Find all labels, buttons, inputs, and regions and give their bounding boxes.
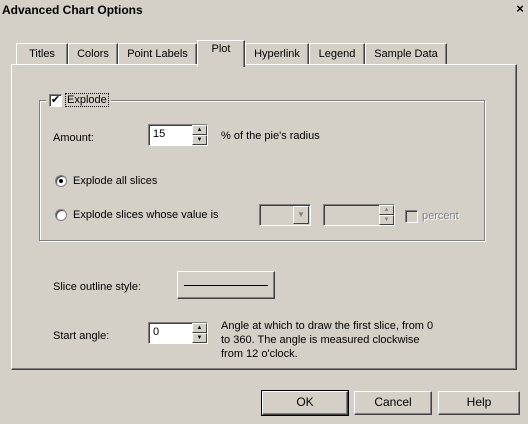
start-angle-help-3: from 12 o'clock. <box>221 348 298 360</box>
amount-value: 15 <box>153 128 166 140</box>
line-style-swatch <box>184 285 268 286</box>
down-arrow-icon[interactable]: ▼ <box>192 135 207 145</box>
tab-label: Colors <box>77 48 109 60</box>
tab-legend[interactable]: Legend <box>309 43 365 65</box>
up-arrow-icon[interactable]: ▲ <box>192 323 207 333</box>
tab-hyperlink[interactable]: Hyperlink <box>245 43 309 65</box>
slice-outline-label: Slice outline style: <box>53 281 142 293</box>
amount-label: Amount: <box>53 132 94 144</box>
threshold-spinner[interactable]: ▲ ▼ <box>323 204 395 226</box>
tab-sample-data[interactable]: Sample Data <box>365 43 447 65</box>
tab-plot[interactable]: Plot <box>197 40 245 67</box>
explode-checkbox[interactable]: ✔ <box>49 93 62 107</box>
tab-label: Titles <box>29 48 55 60</box>
start-angle-help-2: to 360. The angle is measured clockwise <box>221 334 420 346</box>
checkmark-icon: ✔ <box>50 93 61 106</box>
ok-button[interactable]: OK <box>261 390 349 416</box>
explode-label: Explode <box>65 93 109 107</box>
down-arrow-icon[interactable]: ▼ <box>192 333 207 343</box>
tab-point-labels[interactable]: Point Labels <box>118 43 197 65</box>
start-angle-value: 0 <box>153 326 160 338</box>
window-title: Advanced Chart Options <box>2 3 143 17</box>
close-icon[interactable]: × <box>512 2 528 18</box>
chevron-down-icon[interactable]: ▼ <box>293 206 309 224</box>
explode-some-radio[interactable] <box>55 209 67 221</box>
slice-outline-style-button[interactable] <box>177 271 275 299</box>
tab-label: Plot <box>211 43 231 55</box>
explode-all-radio[interactable] <box>55 175 67 187</box>
amount-spinner[interactable]: 15 ▲ ▼ <box>148 124 208 146</box>
tab-label: Point Labels <box>127 48 188 60</box>
explode-checkbox-row[interactable]: ✔ Explode <box>46 92 111 108</box>
explode-all-label: Explode all slices <box>73 175 158 187</box>
help-button[interactable]: Help <box>438 391 520 415</box>
tab-colors[interactable]: Colors <box>68 43 118 65</box>
start-angle-help-1: Angle at which to draw the first slice, … <box>221 320 434 332</box>
tab-titles[interactable]: Titles <box>16 43 68 65</box>
up-arrow-icon[interactable]: ▲ <box>192 125 207 135</box>
cancel-button[interactable]: Cancel <box>354 391 432 415</box>
percent-label: percent <box>422 210 459 222</box>
tab-label: Hyperlink <box>254 48 300 60</box>
start-angle-spinner[interactable]: 0 ▲ ▼ <box>148 322 208 344</box>
title-bar: Advanced Chart Options × <box>0 0 528 20</box>
percent-checkbox[interactable] <box>405 210 418 223</box>
up-arrow-icon[interactable]: ▲ <box>379 205 394 215</box>
explode-some-label: Explode slices whose value is <box>73 209 219 221</box>
down-arrow-icon[interactable]: ▼ <box>379 215 394 225</box>
tab-label: Legend <box>318 48 356 60</box>
amount-suffix: % of the pie's radius <box>221 130 320 142</box>
tab-label: Sample Data <box>374 48 438 60</box>
start-angle-label: Start angle: <box>53 330 110 342</box>
value-operator-combo[interactable]: ▼ <box>259 204 311 226</box>
